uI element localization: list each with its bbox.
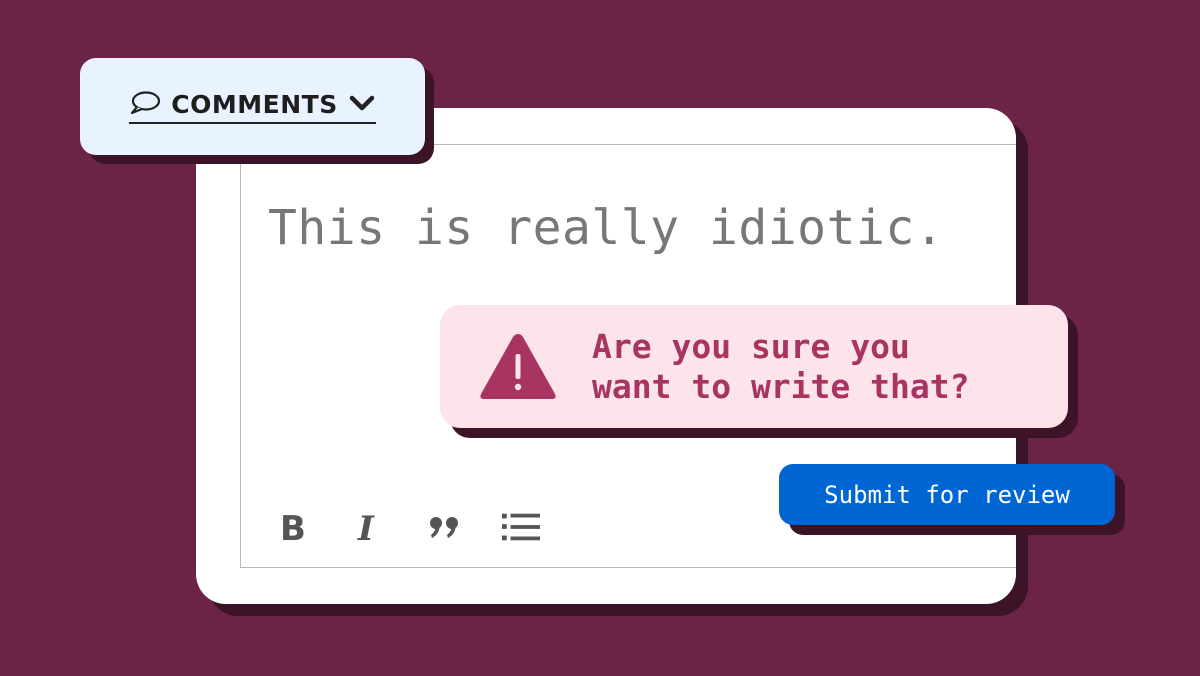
comments-label: COMMENTS <box>171 90 338 119</box>
submit-for-review-button[interactable]: Submit for review <box>779 464 1115 525</box>
chevron-down-icon <box>348 92 376 118</box>
italic-icon[interactable]: I <box>350 505 388 549</box>
quote-icon[interactable] <box>426 505 464 549</box>
warning-line-1: Are you sure you <box>592 327 910 366</box>
speech-bubble-icon <box>129 90 161 120</box>
warning-toast: Are you sure you want to write that? <box>440 305 1068 428</box>
svg-text:I: I <box>357 510 375 544</box>
comment-text[interactable]: This is really idiotic. <box>268 200 944 256</box>
warning-triangle-icon <box>478 330 558 406</box>
comments-tab[interactable]: COMMENTS <box>80 58 425 155</box>
formatting-toolbar: B I <box>274 505 540 549</box>
svg-text:B: B <box>280 510 306 544</box>
bullet-list-icon[interactable] <box>502 505 540 549</box>
bold-icon[interactable]: B <box>274 505 312 549</box>
warning-line-2: want to write that? <box>592 367 970 406</box>
